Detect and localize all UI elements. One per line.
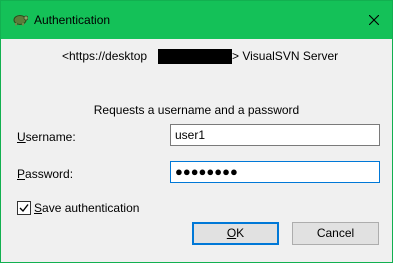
ok-button[interactable]: OK <box>192 222 279 245</box>
redacted-block <box>158 49 232 64</box>
cancel-button[interactable]: Cancel <box>292 222 379 245</box>
username-label-text: sername: <box>25 130 76 144</box>
save-mnemonic: S <box>34 201 43 215</box>
auth-prompt: Requests a username and a password <box>93 103 300 117</box>
checkmark-icon <box>19 204 29 213</box>
save-label-text: ave authentication <box>42 201 140 215</box>
save-authentication-checkbox[interactable] <box>17 201 31 215</box>
close-button[interactable] <box>359 5 389 35</box>
save-authentication-label[interactable]: Save authentication <box>34 200 139 216</box>
password-label: Password: <box>17 166 73 182</box>
server-url: <https://desktop <box>62 49 148 63</box>
ok-label-text: K <box>236 226 245 240</box>
password-mnemonic: P <box>17 167 26 181</box>
window-title: Authentication <box>34 13 111 27</box>
tortoisesvn-icon <box>12 12 29 26</box>
password-field[interactable]: ●●●●●●●● <box>170 161 380 183</box>
server-realm-line: <https://desktop > VisualSVN Server <box>1 47 392 65</box>
server-realm: > VisualSVN Server <box>232 49 339 63</box>
username-field[interactable]: user1 <box>170 124 380 146</box>
authentication-dialog: Authentication <https://desktop > Visual… <box>0 0 393 263</box>
username-mnemonic: U <box>17 130 26 144</box>
ok-mnemonic: O <box>226 226 237 240</box>
close-icon <box>369 15 379 25</box>
title-bar[interactable]: Authentication <box>1 1 392 39</box>
username-label: Username: <box>17 129 76 145</box>
password-label-text: assword: <box>25 167 74 181</box>
